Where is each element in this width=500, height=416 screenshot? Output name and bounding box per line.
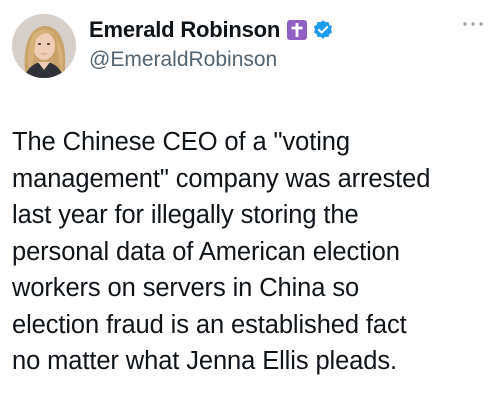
cross-icon <box>287 20 308 40</box>
author-name-row: Emerald Robinson <box>89 15 334 45</box>
author-avatar[interactable] <box>12 14 76 78</box>
avatar-photo <box>12 14 76 78</box>
more-options-icon[interactable] <box>460 14 486 34</box>
verified-icon <box>312 19 334 41</box>
tweet-card: Emerald Robinson @EmeraldRobinson The Ch… <box>0 0 500 416</box>
tweet-text: The Chinese CEO of a "voting management"… <box>12 128 431 375</box>
author-handle[interactable]: @EmeraldRobinson <box>89 48 277 72</box>
author-display-name[interactable]: Emerald Robinson <box>89 17 280 43</box>
